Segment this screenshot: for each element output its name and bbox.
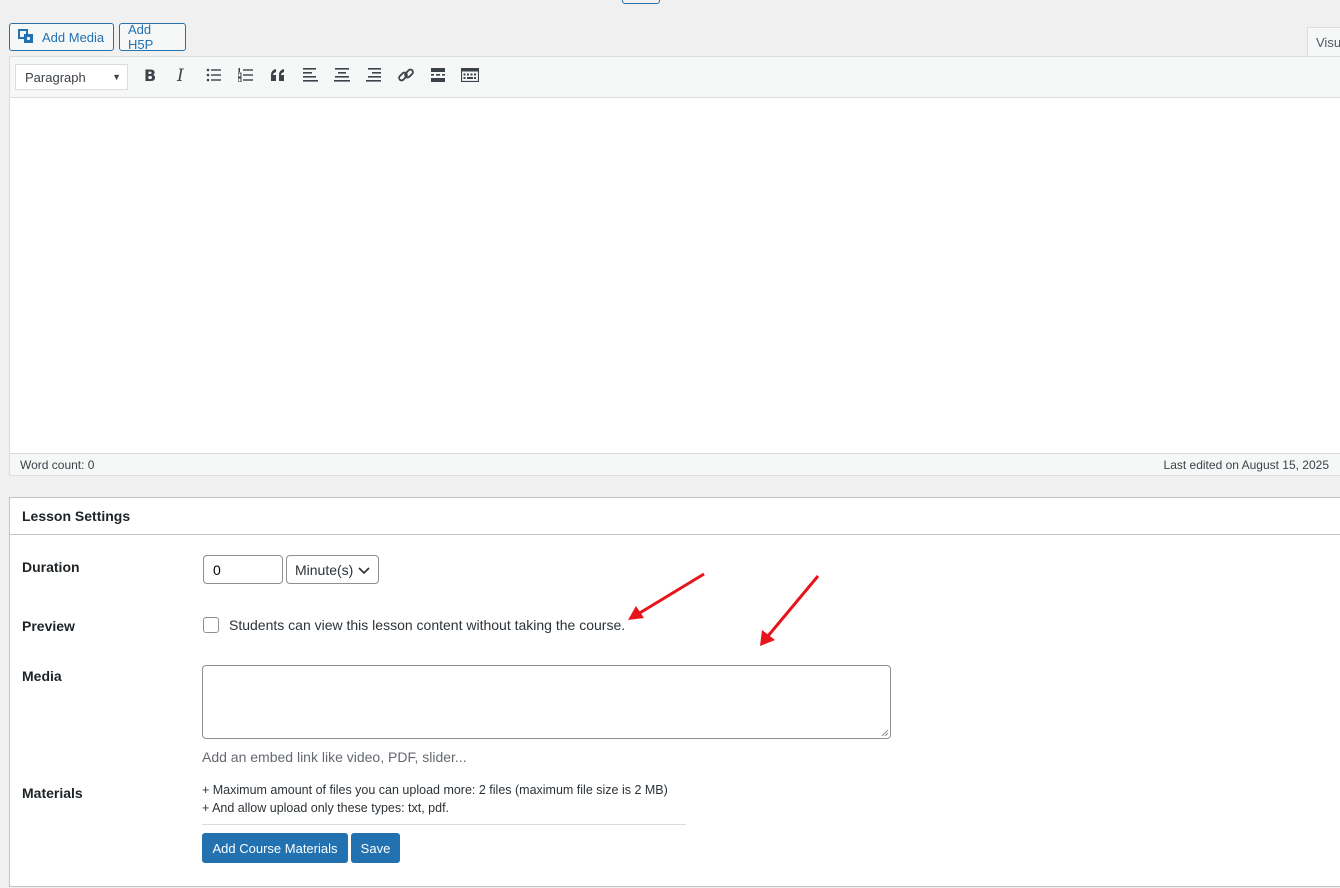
annotation-arrow-icon (760, 575, 820, 646)
annotation-arrow-icon (628, 572, 705, 620)
annotation-arrows (628, 572, 820, 646)
